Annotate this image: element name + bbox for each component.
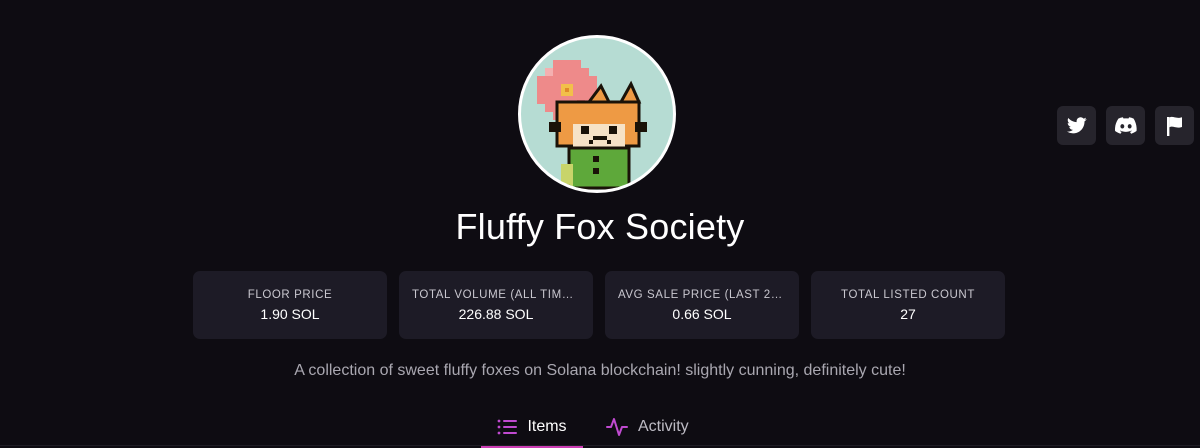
stat-card-total-volume: TOTAL VOLUME (ALL TIME,... 226.88 SOL <box>399 271 593 339</box>
tab-items[interactable]: Items <box>481 408 583 448</box>
collection-description: A collection of sweet fluffy foxes on So… <box>294 362 906 379</box>
twitter-button[interactable] <box>1057 106 1096 145</box>
stat-label: FLOOR PRICE <box>247 288 333 301</box>
activity-pulse-icon <box>606 417 628 436</box>
list-icon <box>498 419 518 434</box>
collection-stats: FLOOR PRICE 1.90 SOL TOTAL VOLUME (ALL T… <box>193 271 1005 339</box>
tab-activity[interactable]: Activity <box>606 408 689 445</box>
flag-icon <box>1167 116 1182 136</box>
stat-value: 226.88 SOL <box>458 305 534 322</box>
stat-value: 1.90 SOL <box>260 305 320 322</box>
collection-tabs: Items Activity <box>0 408 1200 448</box>
stat-card-listed-count: TOTAL LISTED COUNT 27 <box>811 271 1005 339</box>
collection-avatar <box>518 35 676 193</box>
stat-value: 27 <box>900 305 916 322</box>
tab-items-label: Items <box>527 417 567 435</box>
stat-label: TOTAL LISTED COUNT <box>841 288 975 301</box>
stat-label: TOTAL VOLUME (ALL TIME,... <box>412 288 580 301</box>
collection-title: Fluffy Fox Society <box>455 206 745 247</box>
stat-label: AVG SALE PRICE (LAST 24... <box>618 288 786 301</box>
pixel-fox-avatar-icon <box>537 60 647 190</box>
twitter-icon <box>1066 117 1087 134</box>
social-links <box>1057 106 1194 145</box>
stat-card-avg-sale-price: AVG SALE PRICE (LAST 24... 0.66 SOL <box>605 271 799 339</box>
discord-button[interactable] <box>1106 106 1145 145</box>
stat-card-floor-price: FLOOR PRICE 1.90 SOL <box>193 271 387 339</box>
stat-value: 0.66 SOL <box>672 305 732 322</box>
report-flag-button[interactable] <box>1155 106 1194 145</box>
tab-activity-label: Activity <box>638 417 689 435</box>
tabs-divider <box>0 445 1200 446</box>
collection-page: Fluffy Fox Society FLOOR PRICE 1.90 SOL … <box>0 0 1200 448</box>
discord-icon <box>1114 117 1137 134</box>
